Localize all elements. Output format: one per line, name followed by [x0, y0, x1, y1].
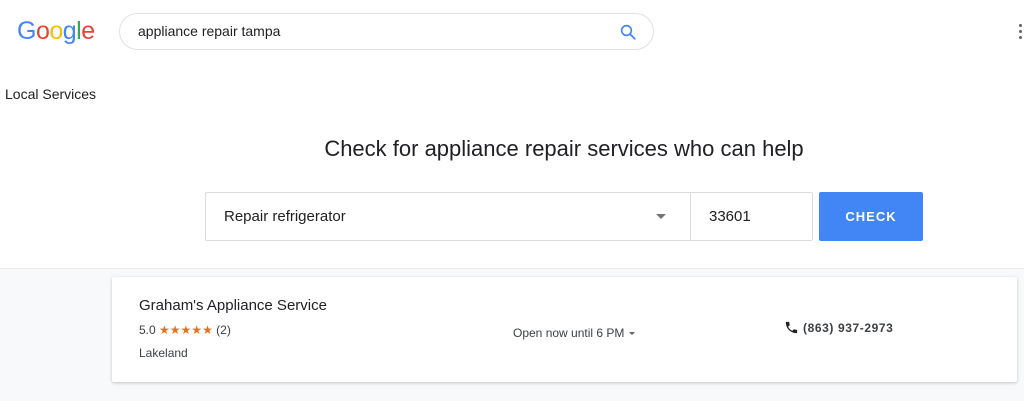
business-location: Lakeland: [139, 346, 188, 360]
check-headline: Check for appliance repair services who …: [324, 136, 804, 161]
rating-value: 5.0: [139, 323, 156, 337]
search-input[interactable]: appliance repair tampa: [138, 14, 280, 49]
google-logo[interactable]: Google: [17, 16, 95, 46]
hours-text: Open now until 6 PM: [513, 326, 625, 340]
service-dropdown-value: Repair refrigerator: [224, 208, 346, 225]
service-dropdown[interactable]: Repair refrigerator: [205, 192, 691, 241]
zip-code-field[interactable]: 33601: [690, 192, 813, 241]
more-vertical-icon[interactable]: [1019, 24, 1023, 40]
result-card[interactable]: Graham's Appliance Service 5.0 ★★★★★ (2)…: [112, 277, 1017, 382]
logo-letter: g: [62, 17, 77, 45]
chevron-down-icon[interactable]: [629, 332, 636, 335]
business-name[interactable]: Graham's Appliance Service: [139, 297, 327, 314]
logo-letter: G: [17, 17, 36, 45]
section-title: Local Services: [5, 86, 97, 102]
rating-stars-icon: ★★★★★: [159, 323, 213, 337]
local-services-page: Google appliance repair tampa Local Serv…: [0, 0, 1024, 401]
search-box[interactable]: appliance repair tampa: [119, 13, 654, 50]
search-icon[interactable]: [619, 23, 637, 41]
business-hours[interactable]: Open now until 6 PM: [513, 326, 636, 340]
zip-code-value: 33601: [709, 208, 751, 225]
logo-letter: e: [81, 17, 95, 45]
phone-number[interactable]: (863) 937-2973: [784, 320, 893, 335]
phone-text: (863) 937-2973: [803, 321, 894, 335]
review-count[interactable]: (2): [216, 323, 231, 337]
chevron-down-icon[interactable]: [656, 214, 666, 219]
phone-icon: [785, 321, 798, 334]
logo-letter: o: [49, 17, 63, 45]
check-button[interactable]: CHECK: [819, 192, 923, 241]
logo-letter: o: [35, 17, 50, 45]
rating-line: 5.0 ★★★★★ (2): [139, 323, 231, 337]
